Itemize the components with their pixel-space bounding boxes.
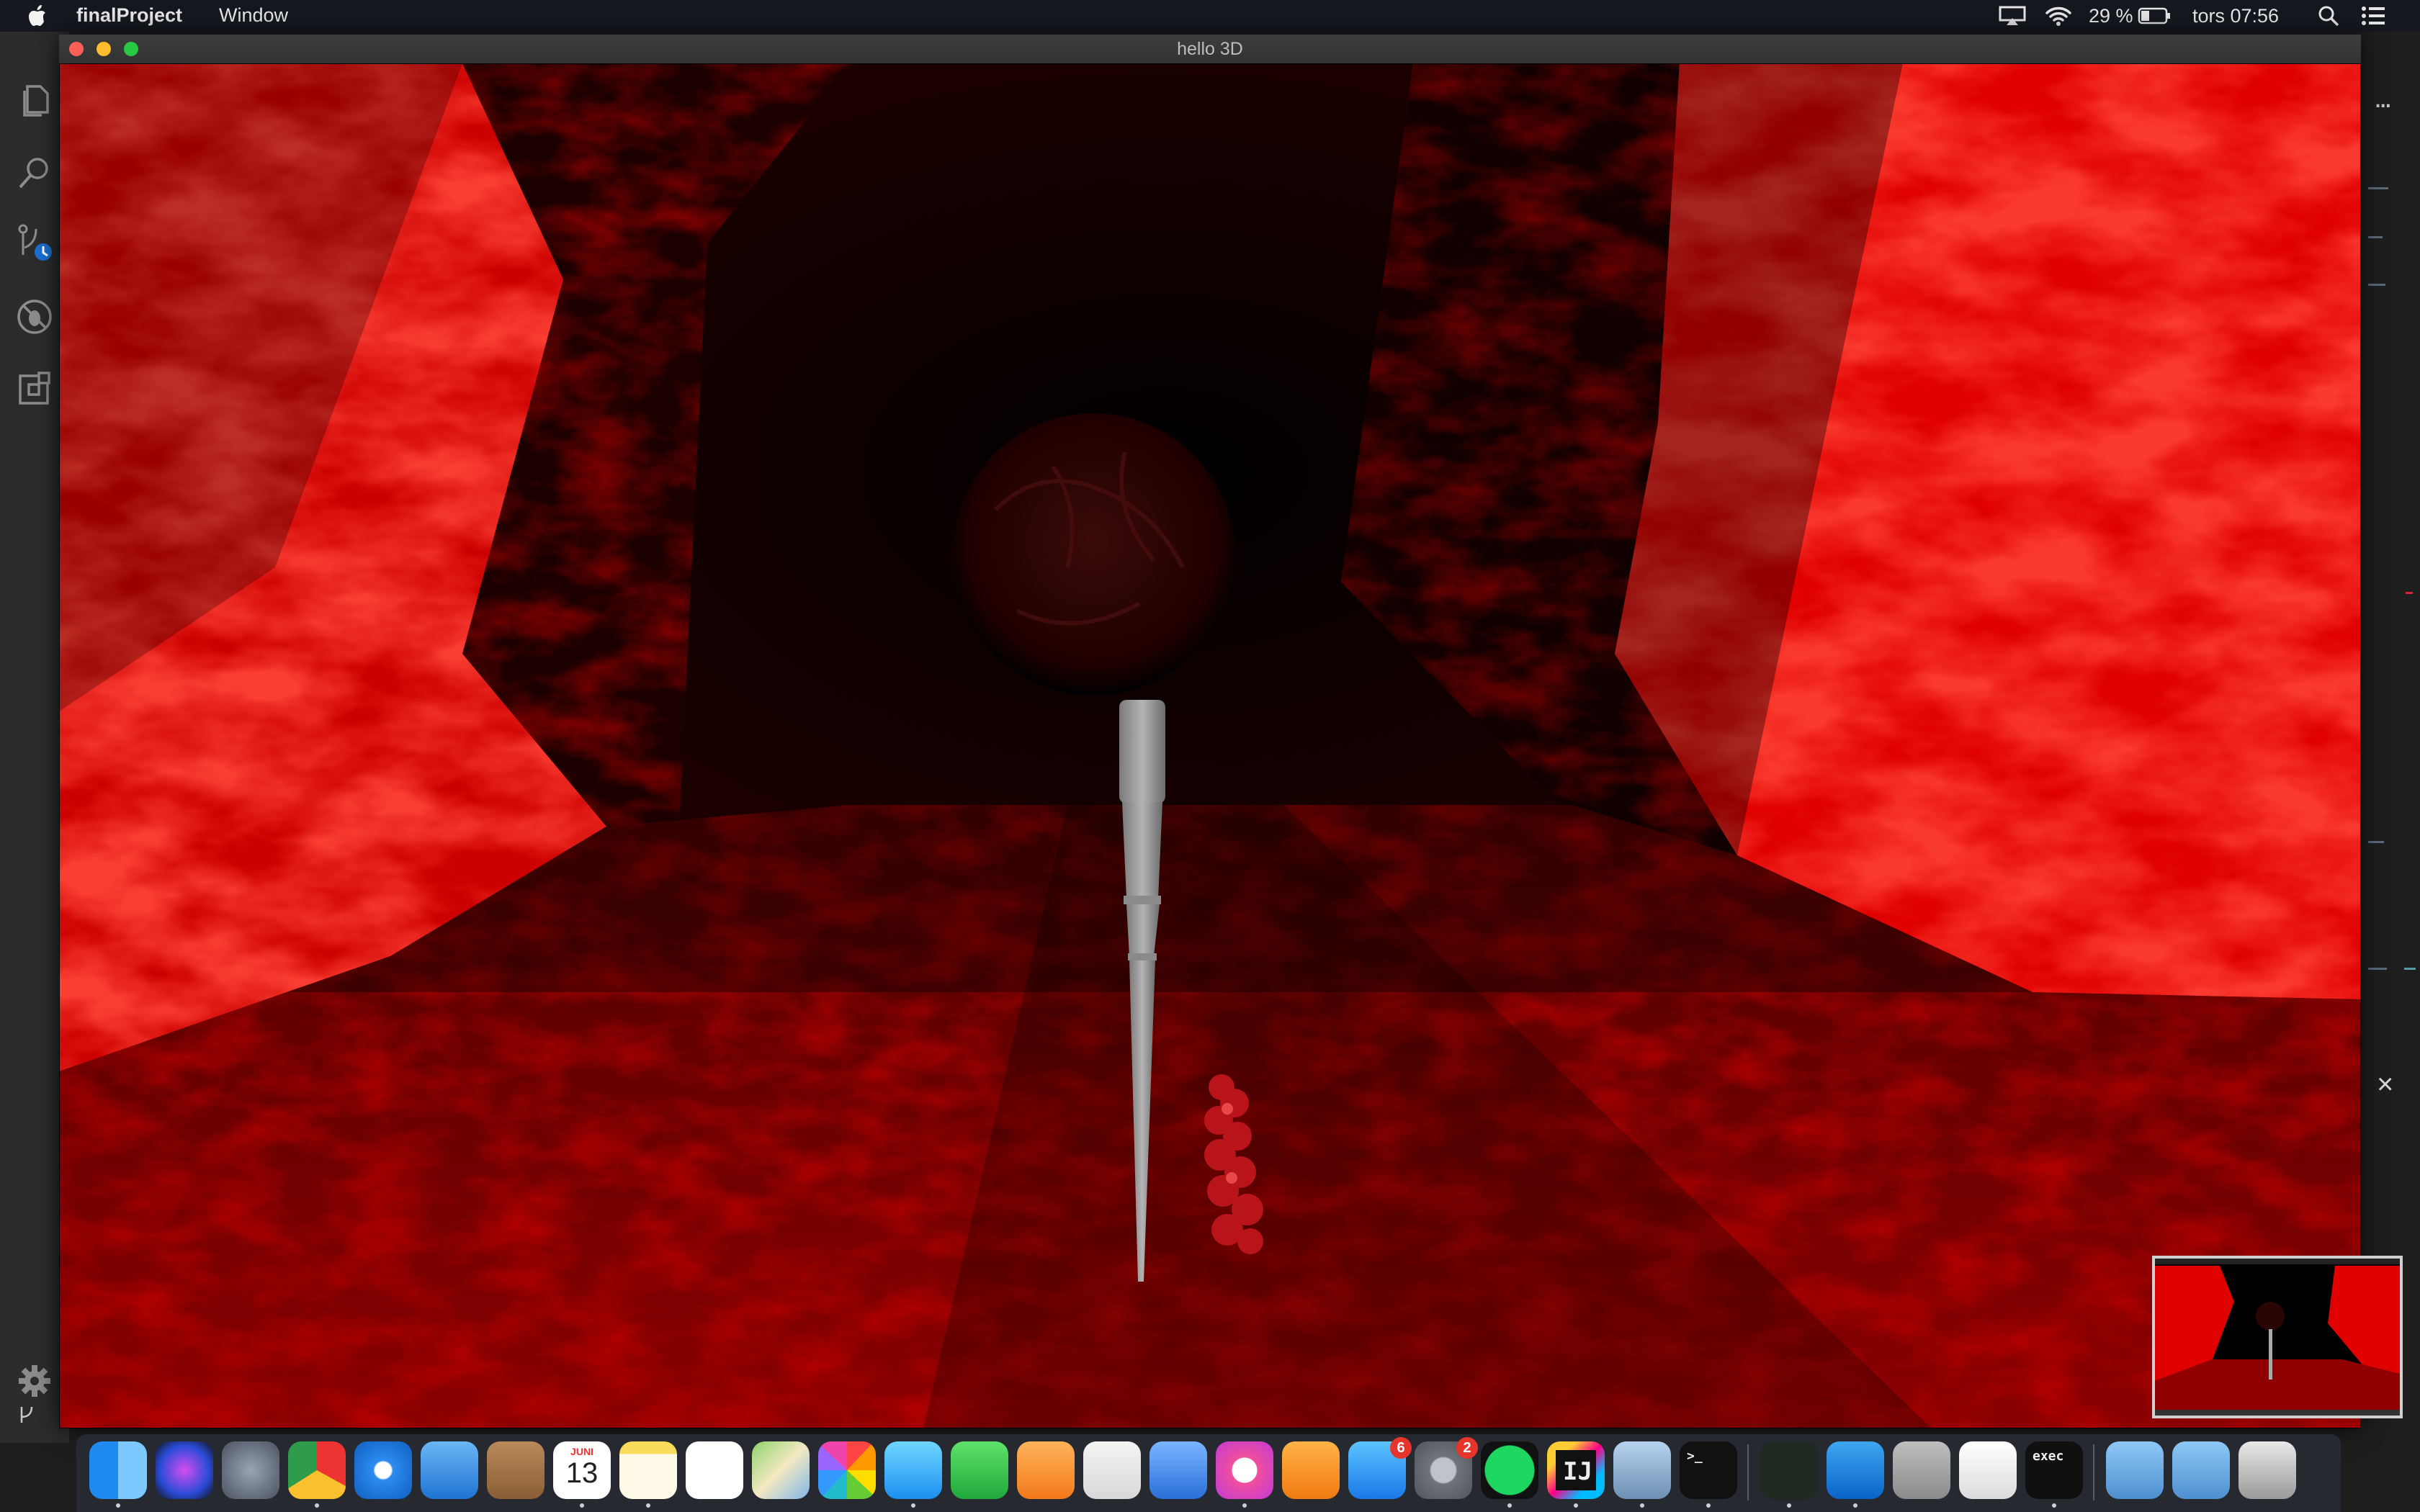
dock-vscode-icon[interactable]	[1827, 1441, 1884, 1499]
menu-bar: finalProject Window 29 % tors 07:56	[0, 0, 2420, 32]
terminal-icon-label: >_	[1687, 1449, 1703, 1464]
close-panel-icon[interactable]: ×	[2377, 1068, 2393, 1101]
dock-itunes-icon[interactable]	[1216, 1441, 1273, 1499]
dock-chrome-icon[interactable]	[288, 1441, 346, 1499]
dock-downloads-icon[interactable]	[2106, 1441, 2164, 1499]
zoom-window-button[interactable]	[124, 42, 138, 56]
intellij-icon-label: IJ	[1556, 1450, 1596, 1490]
dock-facetime-icon[interactable]	[951, 1441, 1008, 1499]
exec-icon-label: exec	[2033, 1449, 2064, 1464]
dock-finder-icon[interactable]	[89, 1441, 147, 1499]
more-actions-button[interactable]: ...	[2374, 82, 2392, 114]
running-indicator	[2052, 1503, 2056, 1508]
menu-window[interactable]: Window	[219, 4, 288, 27]
running-indicator	[1640, 1503, 1644, 1508]
debug-icon[interactable]	[14, 297, 55, 337]
dock-notes-icon[interactable]	[619, 1441, 677, 1499]
battery-icon[interactable]	[2138, 4, 2171, 27]
airplay-icon[interactable]	[1998, 4, 2027, 27]
dock-separator	[2093, 1444, 2094, 1500]
calendar-day: 13	[565, 1457, 599, 1489]
dock-badge: 2	[1456, 1437, 1478, 1459]
lava-cave-scene	[59, 63, 2361, 1428]
dock-documents-icon[interactable]	[2172, 1441, 2230, 1499]
dock-ibooks-icon[interactable]	[1282, 1441, 1340, 1499]
thumbnail-scene	[2155, 1259, 2400, 1416]
source-control-icon[interactable]	[14, 223, 55, 264]
dock-calendar-icon[interactable]: JUNI 13	[553, 1441, 611, 1499]
3d-viewport[interactable]	[59, 63, 2361, 1428]
window-titlebar[interactable]: hello 3D	[59, 35, 2361, 63]
stone-sphere	[952, 413, 1234, 696]
running-indicator	[116, 1503, 120, 1508]
game-window: hello 3D	[59, 35, 2361, 1428]
dock-mail-icon[interactable]	[421, 1441, 478, 1499]
running-indicator	[1507, 1503, 1512, 1508]
minimap-cursor-marker	[2404, 968, 2416, 970]
dock-safari-icon[interactable]	[354, 1441, 412, 1499]
dock-terminal-icon[interactable]: >_	[1680, 1441, 1737, 1499]
running-indicator	[1787, 1503, 1791, 1508]
running-indicator	[1574, 1503, 1578, 1508]
dock-maps-icon[interactable]	[752, 1441, 810, 1499]
dock-spotify-icon[interactable]	[1481, 1441, 1538, 1499]
dock-calculator-icon[interactable]	[1893, 1441, 1950, 1499]
dock-messages-icon[interactable]	[884, 1441, 942, 1499]
dock-activity-monitor-icon[interactable]	[1760, 1441, 1818, 1499]
running-indicator	[580, 1503, 584, 1508]
dock-separator	[1747, 1444, 1749, 1500]
window-title: hello 3D	[1177, 39, 1243, 59]
dock-numbers-icon[interactable]	[1083, 1441, 1141, 1499]
minimap-marker	[2368, 187, 2388, 189]
running-indicator	[1853, 1503, 1857, 1508]
search-icon[interactable]	[14, 153, 55, 193]
running-indicator	[315, 1503, 319, 1508]
minimap-marker	[2368, 284, 2385, 286]
explorer-icon[interactable]	[14, 81, 55, 121]
minimap-marker	[2368, 236, 2383, 238]
dock-preview-icon[interactable]	[1613, 1441, 1671, 1499]
minimap-error-marker	[2406, 592, 2413, 594]
minimap-marker	[2368, 968, 2387, 970]
running-indicator	[911, 1503, 915, 1508]
calendar-month: JUNI	[570, 1446, 593, 1457]
dock-launchpad-icon[interactable]	[222, 1441, 279, 1499]
app-menu-finalproject[interactable]: finalProject	[76, 4, 182, 27]
dock-exec-icon[interactable]: exec	[2025, 1441, 2083, 1499]
gear-icon[interactable]	[14, 1361, 55, 1401]
apple-icon[interactable]	[26, 3, 50, 29]
dock-siri-icon[interactable]	[156, 1441, 213, 1499]
running-indicator	[1706, 1503, 1711, 1508]
dock-pages-icon[interactable]	[1017, 1441, 1075, 1499]
dock-intellij-icon[interactable]: IJ	[1547, 1441, 1605, 1499]
dock-reminders-icon[interactable]	[686, 1441, 743, 1499]
dock-badge: 6	[1390, 1437, 1412, 1459]
screenshot-thumbnail[interactable]	[2152, 1256, 2403, 1418]
dock-photos-icon[interactable]	[818, 1441, 876, 1499]
git-branch-status-icon[interactable]	[16, 1404, 37, 1426]
running-indicator	[646, 1503, 650, 1508]
running-indicator	[1242, 1503, 1247, 1508]
vscode-editor-edge: ... ×	[2362, 32, 2420, 1443]
spotlight-search-icon[interactable]	[2318, 4, 2339, 27]
close-window-button[interactable]	[69, 42, 84, 56]
notification-center-icon[interactable]	[2361, 4, 2385, 27]
dock-contacts-icon[interactable]	[487, 1441, 544, 1499]
clock[interactable]: tors 07:56	[2192, 4, 2279, 27]
dock-trash-icon[interactable]	[2238, 1441, 2296, 1499]
dock-textedit-icon[interactable]	[1959, 1441, 2017, 1499]
minimize-window-button[interactable]	[97, 42, 111, 56]
extensions-icon[interactable]	[14, 369, 55, 409]
dock-keynote-icon[interactable]	[1150, 1441, 1207, 1499]
dock: JUNI 13 6 2 IJ >_ exec	[76, 1434, 2341, 1512]
wifi-icon[interactable]	[2044, 4, 2073, 27]
battery-percent: 29 %	[2089, 4, 2133, 27]
minimap-marker	[2368, 841, 2384, 843]
